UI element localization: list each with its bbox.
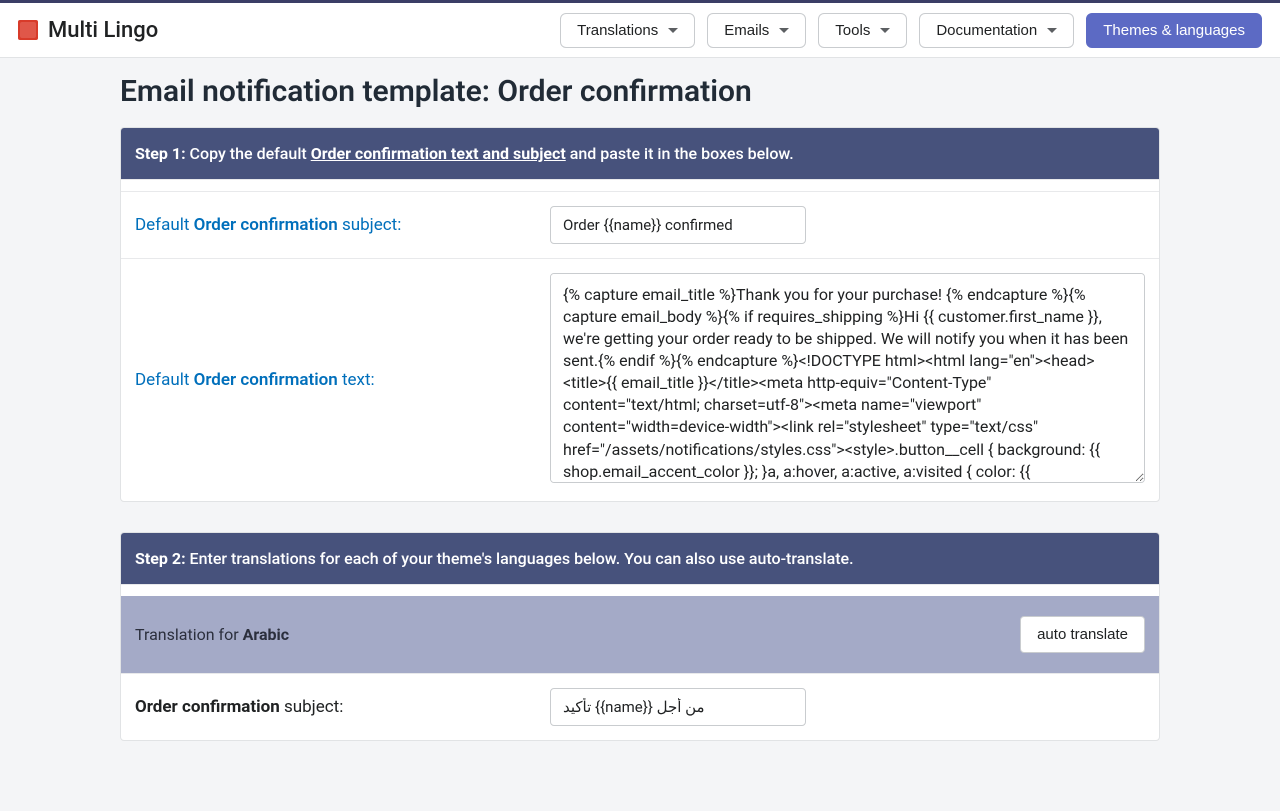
chevron-down-icon (779, 28, 789, 33)
default-text-input-wrap (550, 273, 1145, 487)
step2-banner: Step 2: Enter translations for each of y… (121, 533, 1159, 584)
auto-translate-button[interactable]: auto translate (1020, 616, 1145, 653)
label-pre: Default (135, 215, 194, 235)
nav-tools[interactable]: Tools (818, 13, 907, 48)
nav-label: Translations (577, 22, 658, 39)
translation-language-header: Translation for Arabic auto translate (121, 596, 1159, 673)
app-logo-icon (18, 20, 38, 40)
step1-label: Step 1: (135, 144, 186, 163)
trans-language: Arabic (243, 625, 289, 644)
label-post: text: (338, 370, 375, 390)
default-subject-input-wrap (550, 206, 1145, 244)
spacer (121, 584, 1159, 596)
step1-banner: Step 1: Copy the default Order confirmat… (121, 128, 1159, 179)
translation-language-title: Translation for Arabic (135, 625, 289, 644)
step2-label: Step 2: (135, 549, 186, 568)
nav-documentation[interactable]: Documentation (919, 13, 1074, 48)
default-text-label: Default Order confirmation text: (135, 273, 530, 487)
translation-subject-input-wrap (550, 688, 1145, 726)
nav-label: Themes & languages (1103, 22, 1245, 39)
label-pre: Default (135, 370, 194, 390)
label-suffix: subject: (280, 697, 344, 717)
page: Email notification template: Order confi… (120, 58, 1160, 811)
step2-text: Enter translations for each of your them… (186, 549, 854, 568)
template-name: Order confirmation (135, 697, 280, 717)
chevron-down-icon (668, 28, 678, 33)
default-subject-row: Default Order confirmation subject: (121, 191, 1159, 258)
nav-emails[interactable]: Emails (707, 13, 806, 48)
nav-translations[interactable]: Translations (560, 13, 695, 48)
label-post: subject: (338, 215, 402, 235)
step1-prefix: Copy the default (186, 144, 311, 163)
page-title: Email notification template: Order confi… (120, 70, 1160, 127)
translation-subject-label: Order confirmation subject: (135, 697, 530, 717)
chevron-down-icon (880, 28, 890, 33)
brand: Multi Lingo (18, 18, 158, 43)
default-subject-input[interactable] (550, 206, 806, 244)
default-text-row: Default Order confirmation text: (121, 258, 1159, 501)
nav-label: Documentation (936, 22, 1037, 39)
app-name: Multi Lingo (48, 18, 158, 43)
translation-subject-input[interactable] (550, 688, 806, 726)
default-text-textarea[interactable] (550, 273, 1145, 483)
step1-suffix: and paste it in the boxes below. (566, 144, 794, 163)
topbar: Multi Lingo Translations Emails Tools Do… (0, 0, 1280, 58)
step1-card: Step 1: Copy the default Order confirmat… (120, 127, 1160, 502)
trans-prefix: Translation for (135, 625, 243, 644)
nav-themes-languages[interactable]: Themes & languages (1086, 13, 1262, 48)
translation-subject-row: Order confirmation subject: (121, 673, 1159, 740)
step2-card: Step 2: Enter translations for each of y… (120, 532, 1160, 741)
default-subject-label: Default Order confirmation subject: (135, 215, 530, 235)
chevron-down-icon (1047, 28, 1057, 33)
step1-link[interactable]: Order confirmation text and subject (311, 144, 566, 163)
nav-label: Emails (724, 22, 769, 39)
spacer (121, 179, 1159, 191)
label-link: Order confirmation (194, 370, 338, 390)
label-link: Order confirmation (194, 215, 338, 235)
nav-label: Tools (835, 22, 870, 39)
main-nav: Translations Emails Tools Documentation … (560, 13, 1262, 48)
